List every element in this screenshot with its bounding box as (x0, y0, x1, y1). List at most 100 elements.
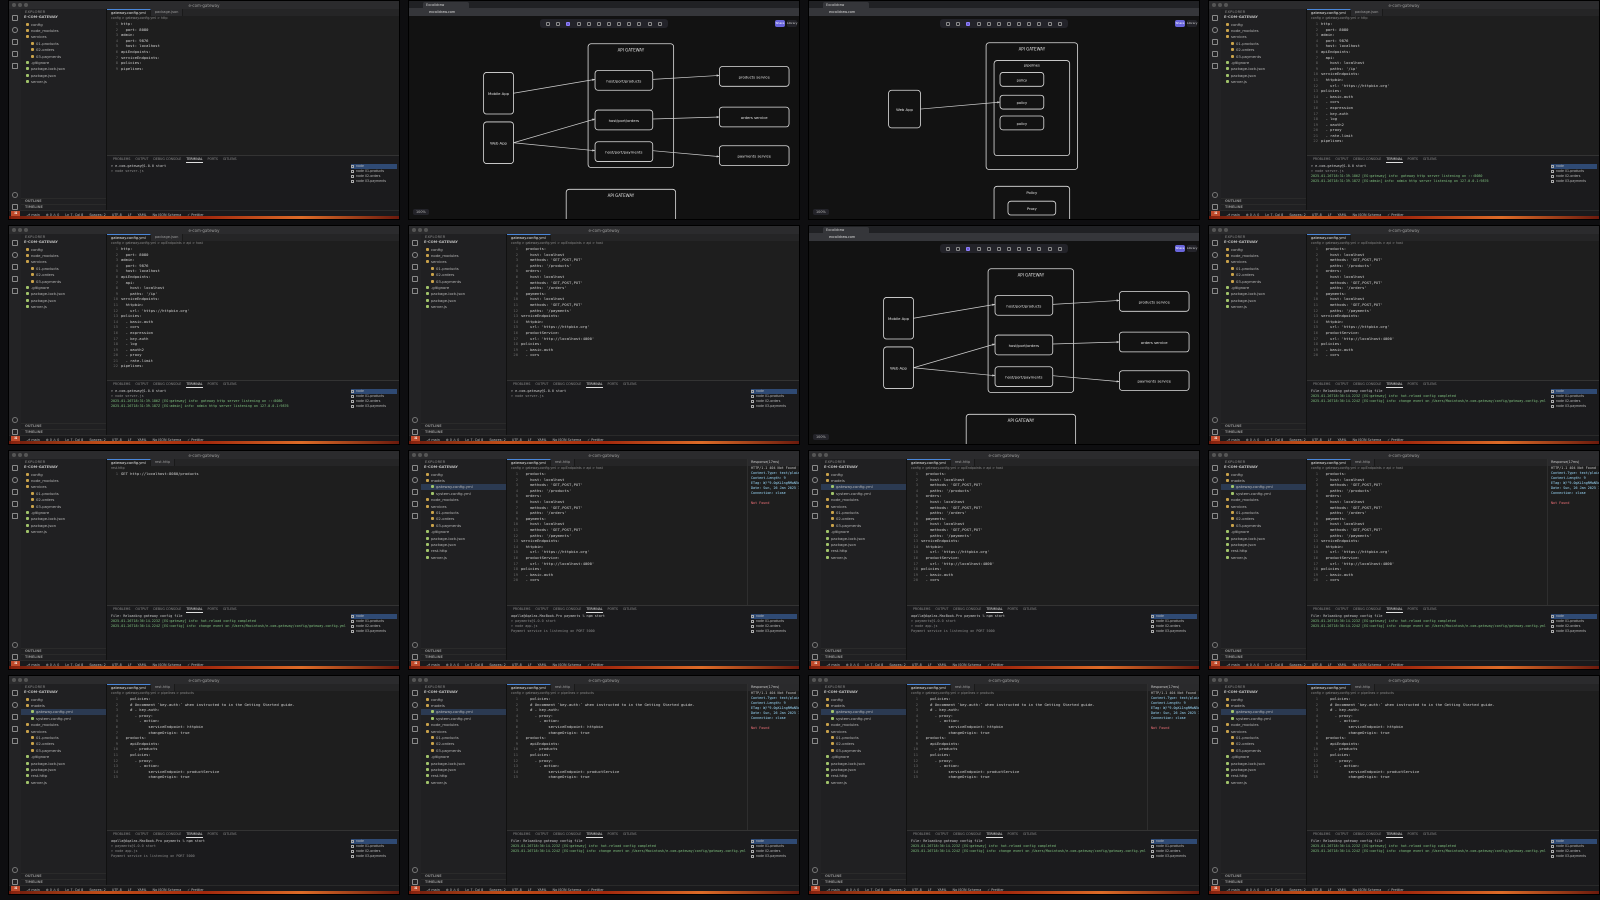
source-control-icon[interactable] (1212, 489, 1218, 495)
files-icon[interactable] (412, 240, 418, 246)
editor-area[interactable]: gateway.config.yml package.json config > … (1307, 9, 1599, 155)
panel-tab[interactable]: OUTPUT (535, 831, 548, 838)
editor-area[interactable]: gateway.config.yml rest.http config > gat… (1307, 459, 1547, 605)
panel-tab[interactable]: GITLENS (623, 831, 637, 838)
files-icon[interactable] (12, 690, 18, 696)
code-view[interactable]: 1 policies: 2 # Uncomment `key-auth:` whe… (507, 696, 747, 830)
zoom-dot[interactable] (424, 228, 428, 232)
minimize-dot[interactable] (1218, 3, 1222, 7)
editor-tab[interactable]: package.json (1350, 9, 1384, 16)
editor-tab[interactable]: gateway.config.yml (1307, 9, 1351, 16)
editor-tab[interactable]: rest.http (550, 459, 576, 466)
editor-tab[interactable]: rest.http (150, 459, 176, 466)
panel-tab[interactable]: GITLENS (1423, 606, 1437, 613)
source-control-icon[interactable] (12, 39, 18, 45)
editor-tab[interactable]: gateway.config.yml (1307, 459, 1351, 466)
search-icon[interactable] (1212, 477, 1218, 483)
panel-tab[interactable]: DEBUG CONSOLE (153, 156, 181, 163)
tree-item[interactable]: server.js (821, 779, 906, 785)
address-bar[interactable]: excalidraw.com (809, 8, 1199, 16)
panel-tab[interactable]: GITLENS (623, 381, 637, 388)
terminal-instance[interactable]: node 03-payments (1551, 179, 1597, 184)
extensions-icon[interactable] (412, 738, 418, 744)
files-icon[interactable] (1212, 240, 1218, 246)
search-icon[interactable] (412, 477, 418, 483)
panel-tab[interactable]: PORTS (1008, 831, 1018, 838)
window-controls[interactable] (12, 3, 28, 7)
files-icon[interactable] (1212, 690, 1218, 696)
window-controls[interactable] (12, 453, 28, 457)
panel-tab[interactable]: TERMINAL (1386, 831, 1403, 838)
panel-tab[interactable]: PROBLEMS (913, 606, 930, 613)
minimize-dot[interactable] (418, 453, 422, 457)
extensions-icon[interactable] (412, 513, 418, 519)
zoom-dot[interactable] (24, 3, 28, 7)
tree-item[interactable]: server.js (21, 779, 106, 785)
panel-tab[interactable]: TERMINAL (186, 381, 203, 388)
editor-area[interactable]: gateway.config.yml config > gateway.conf… (507, 234, 799, 380)
close-dot[interactable] (412, 678, 416, 682)
address-bar[interactable]: excalidraw.com (409, 8, 799, 16)
response-tab[interactable]: Response(17ms) (1548, 459, 1599, 466)
tree-item[interactable]: server.js (1221, 779, 1306, 785)
editor-tab[interactable]: package.json (150, 9, 184, 16)
editor-area[interactable]: gateway.config.yml rest.http config > gat… (907, 684, 1147, 830)
editor-tab[interactable]: gateway.config.yml (107, 684, 151, 691)
editor-tab[interactable]: gateway.config.yml (507, 459, 551, 466)
minimize-dot[interactable] (1218, 453, 1222, 457)
minimize-dot[interactable] (1218, 678, 1222, 682)
extensions-icon[interactable] (812, 738, 818, 744)
account-icon[interactable] (412, 642, 418, 648)
minimize-dot[interactable] (418, 678, 422, 682)
editor-area[interactable]: gateway.config.yml package.json config > … (107, 9, 399, 155)
editor-area[interactable]: gateway.config.yml rest.http rest.http 1G… (107, 459, 399, 605)
minimize-dot[interactable] (18, 678, 22, 682)
terminal-instance[interactable]: node 03-payments (351, 854, 397, 859)
zoom-dot[interactable] (1224, 453, 1228, 457)
panel-tab[interactable]: GITLENS (623, 606, 637, 613)
panel-tab[interactable]: DEBUG CONSOLE (953, 831, 981, 838)
close-dot[interactable] (12, 678, 16, 682)
close-dot[interactable] (412, 453, 416, 457)
tree-item[interactable]: server.js (1221, 554, 1306, 560)
window-controls[interactable] (412, 678, 428, 682)
code-view[interactable]: 1 policies: 2 # Uncomment `key-auth:` whe… (1307, 696, 1599, 830)
zoom-dot[interactable] (424, 678, 428, 682)
run-debug-icon[interactable] (12, 51, 18, 57)
panel-tab[interactable]: GITLENS (1423, 156, 1437, 163)
code-view[interactable]: 1 products: 2 host: localhost 3 methods: '… (507, 246, 799, 380)
zoom-level[interactable]: 100% (813, 209, 829, 215)
panel-tab[interactable]: PROBLEMS (113, 606, 130, 613)
panel-tab[interactable]: PORTS (1408, 831, 1418, 838)
panel-tab[interactable]: OUTPUT (935, 831, 948, 838)
terminal-output[interactable]: File: Reloading gateway config file 2025-… (1311, 614, 1547, 660)
files-icon[interactable] (1212, 15, 1218, 21)
editor-area[interactable]: gateway.config.yml package.json config > … (107, 234, 399, 380)
search-icon[interactable] (12, 252, 18, 258)
code-view[interactable]: 1 products: 2 host: localhost 3 methods: '… (907, 471, 1199, 605)
window-controls[interactable] (812, 678, 828, 682)
files-icon[interactable] (812, 465, 818, 471)
panel-tab[interactable]: PORTS (208, 831, 218, 838)
search-icon[interactable] (12, 477, 18, 483)
search-icon[interactable] (1212, 27, 1218, 33)
panel-tab[interactable]: DEBUG CONSOLE (553, 381, 581, 388)
extensions-icon[interactable] (12, 63, 18, 69)
account-icon[interactable] (412, 417, 418, 423)
extensions-icon[interactable] (1212, 288, 1218, 294)
code-view[interactable]: 1 policies: 2 # Uncomment `key-auth:` whe… (907, 696, 1147, 830)
panel-tab[interactable]: PROBLEMS (513, 606, 530, 613)
account-icon[interactable] (812, 867, 818, 873)
account-icon[interactable] (12, 192, 18, 198)
panel-tab[interactable]: TERMINAL (586, 831, 603, 838)
tree-item[interactable]: server.js (421, 779, 506, 785)
panel-tab[interactable]: TERMINAL (986, 606, 1003, 613)
editor-tab[interactable]: rest.http (1350, 459, 1376, 466)
url-text[interactable]: excalidraw.com (829, 235, 855, 239)
extensions-icon[interactable] (12, 288, 18, 294)
zoom-dot[interactable] (824, 453, 828, 457)
terminal-instance[interactable]: node 03-payments (751, 854, 797, 859)
panel-tab[interactable]: PORTS (208, 606, 218, 613)
panel-tab[interactable]: PROBLEMS (113, 156, 130, 163)
run-debug-icon[interactable] (1212, 726, 1218, 732)
